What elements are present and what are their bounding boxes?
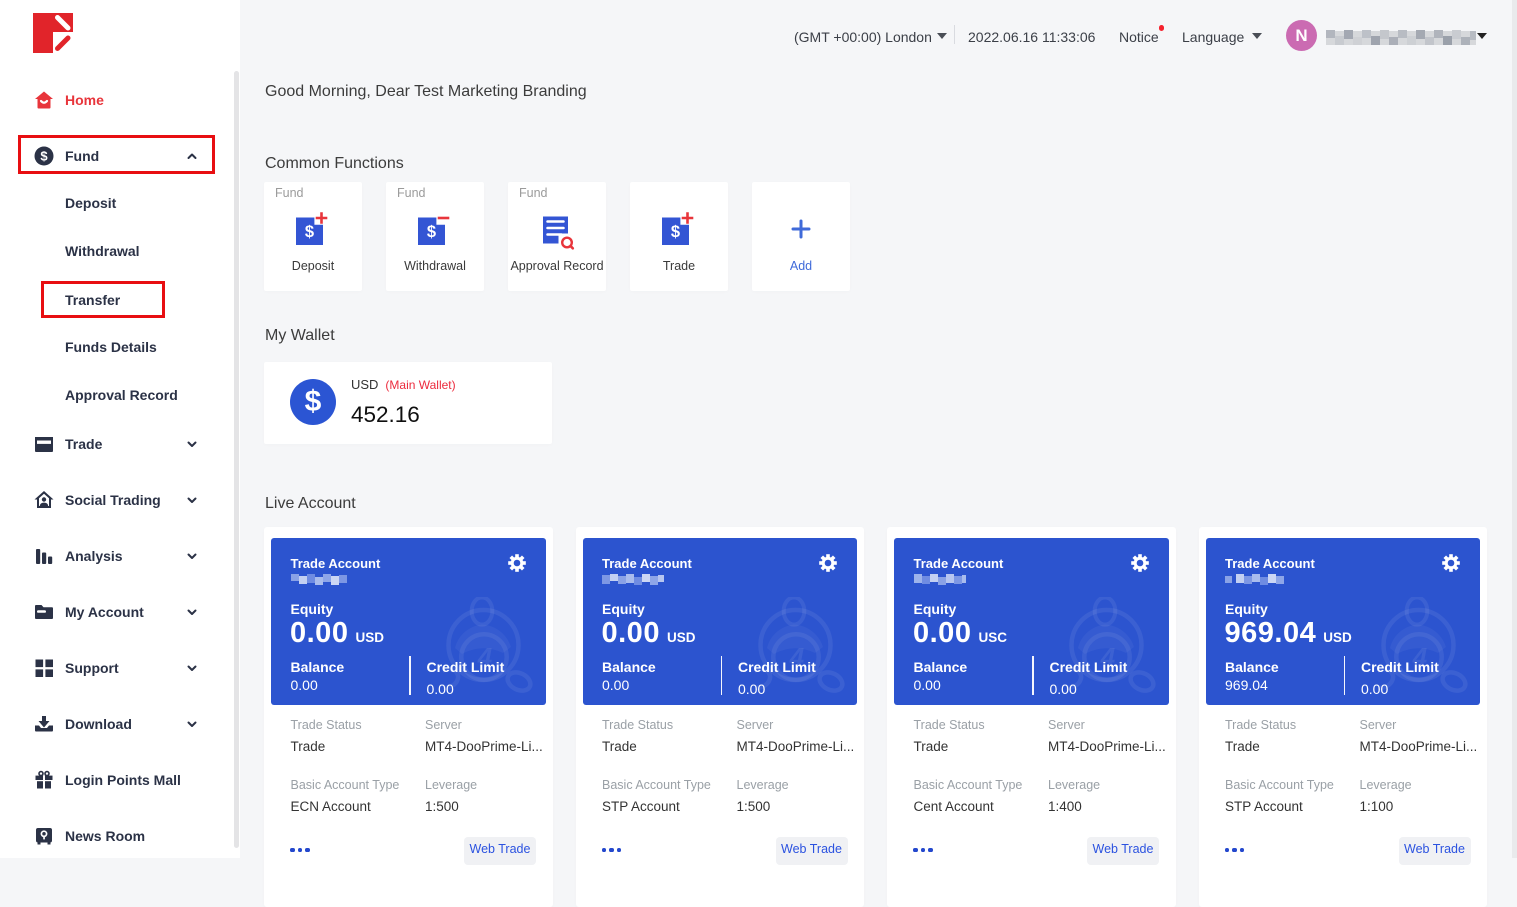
- svg-text:$: $: [671, 223, 680, 241]
- svg-text:$: $: [40, 149, 48, 164]
- svg-text:$: $: [305, 223, 314, 241]
- svg-text:$: $: [427, 223, 436, 241]
